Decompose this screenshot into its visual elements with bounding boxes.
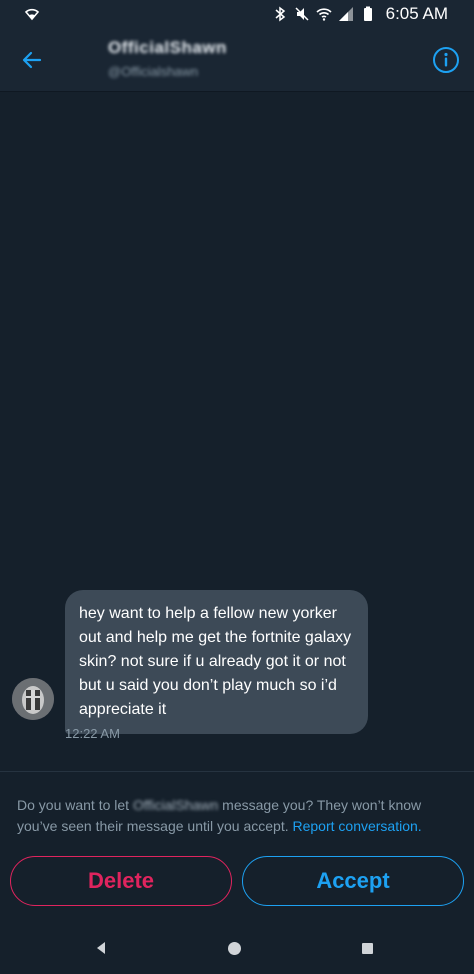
nav-recents-icon[interactable] [362,943,373,954]
battery-icon [363,6,372,21]
contact-name: OfficialShawn [108,38,227,57]
status-bar: 6:05 AM [0,0,474,28]
nav-back-icon[interactable] [95,941,107,955]
accept-button[interactable]: Accept [242,856,464,906]
mute-icon [295,7,309,21]
status-time: 6:05 AM [385,4,448,23]
nav-home-icon[interactable] [228,942,241,955]
status-right: 6:05 AM [272,4,448,24]
status-left [24,6,40,22]
sender-avatar[interactable] [12,678,54,720]
wifi-icon [316,8,332,21]
arrow-left-icon [22,51,42,69]
contact-handle: @Officialshawn [108,64,199,79]
bluetooth-icon [275,6,285,22]
system-nav-bar [0,924,474,974]
report-conversation-link[interactable]: Report conversation. [293,818,422,834]
avatar-image [12,678,54,720]
divider [0,771,474,772]
back-button[interactable] [16,44,48,76]
message-list[interactable]: hey want to help a fellow new yorker out… [0,92,474,772]
info-button[interactable] [432,46,460,74]
message-bubble[interactable]: hey want to help a fellow new yorker out… [65,590,368,734]
info-icon [433,47,459,73]
delete-button[interactable]: Delete [10,856,232,906]
message-request-prompt: Do you want to let OfficialShawn message… [17,795,462,837]
prompt-sender-name: OfficialShawn [132,797,219,813]
conversation-header: OfficialShawn @Officialshawn [0,28,474,92]
wifi-calling-icon [24,8,40,21]
prompt-text-before: Do you want to let [17,797,133,813]
signal-icon [338,7,353,21]
message-timestamp: 12:22 AM [65,726,120,741]
